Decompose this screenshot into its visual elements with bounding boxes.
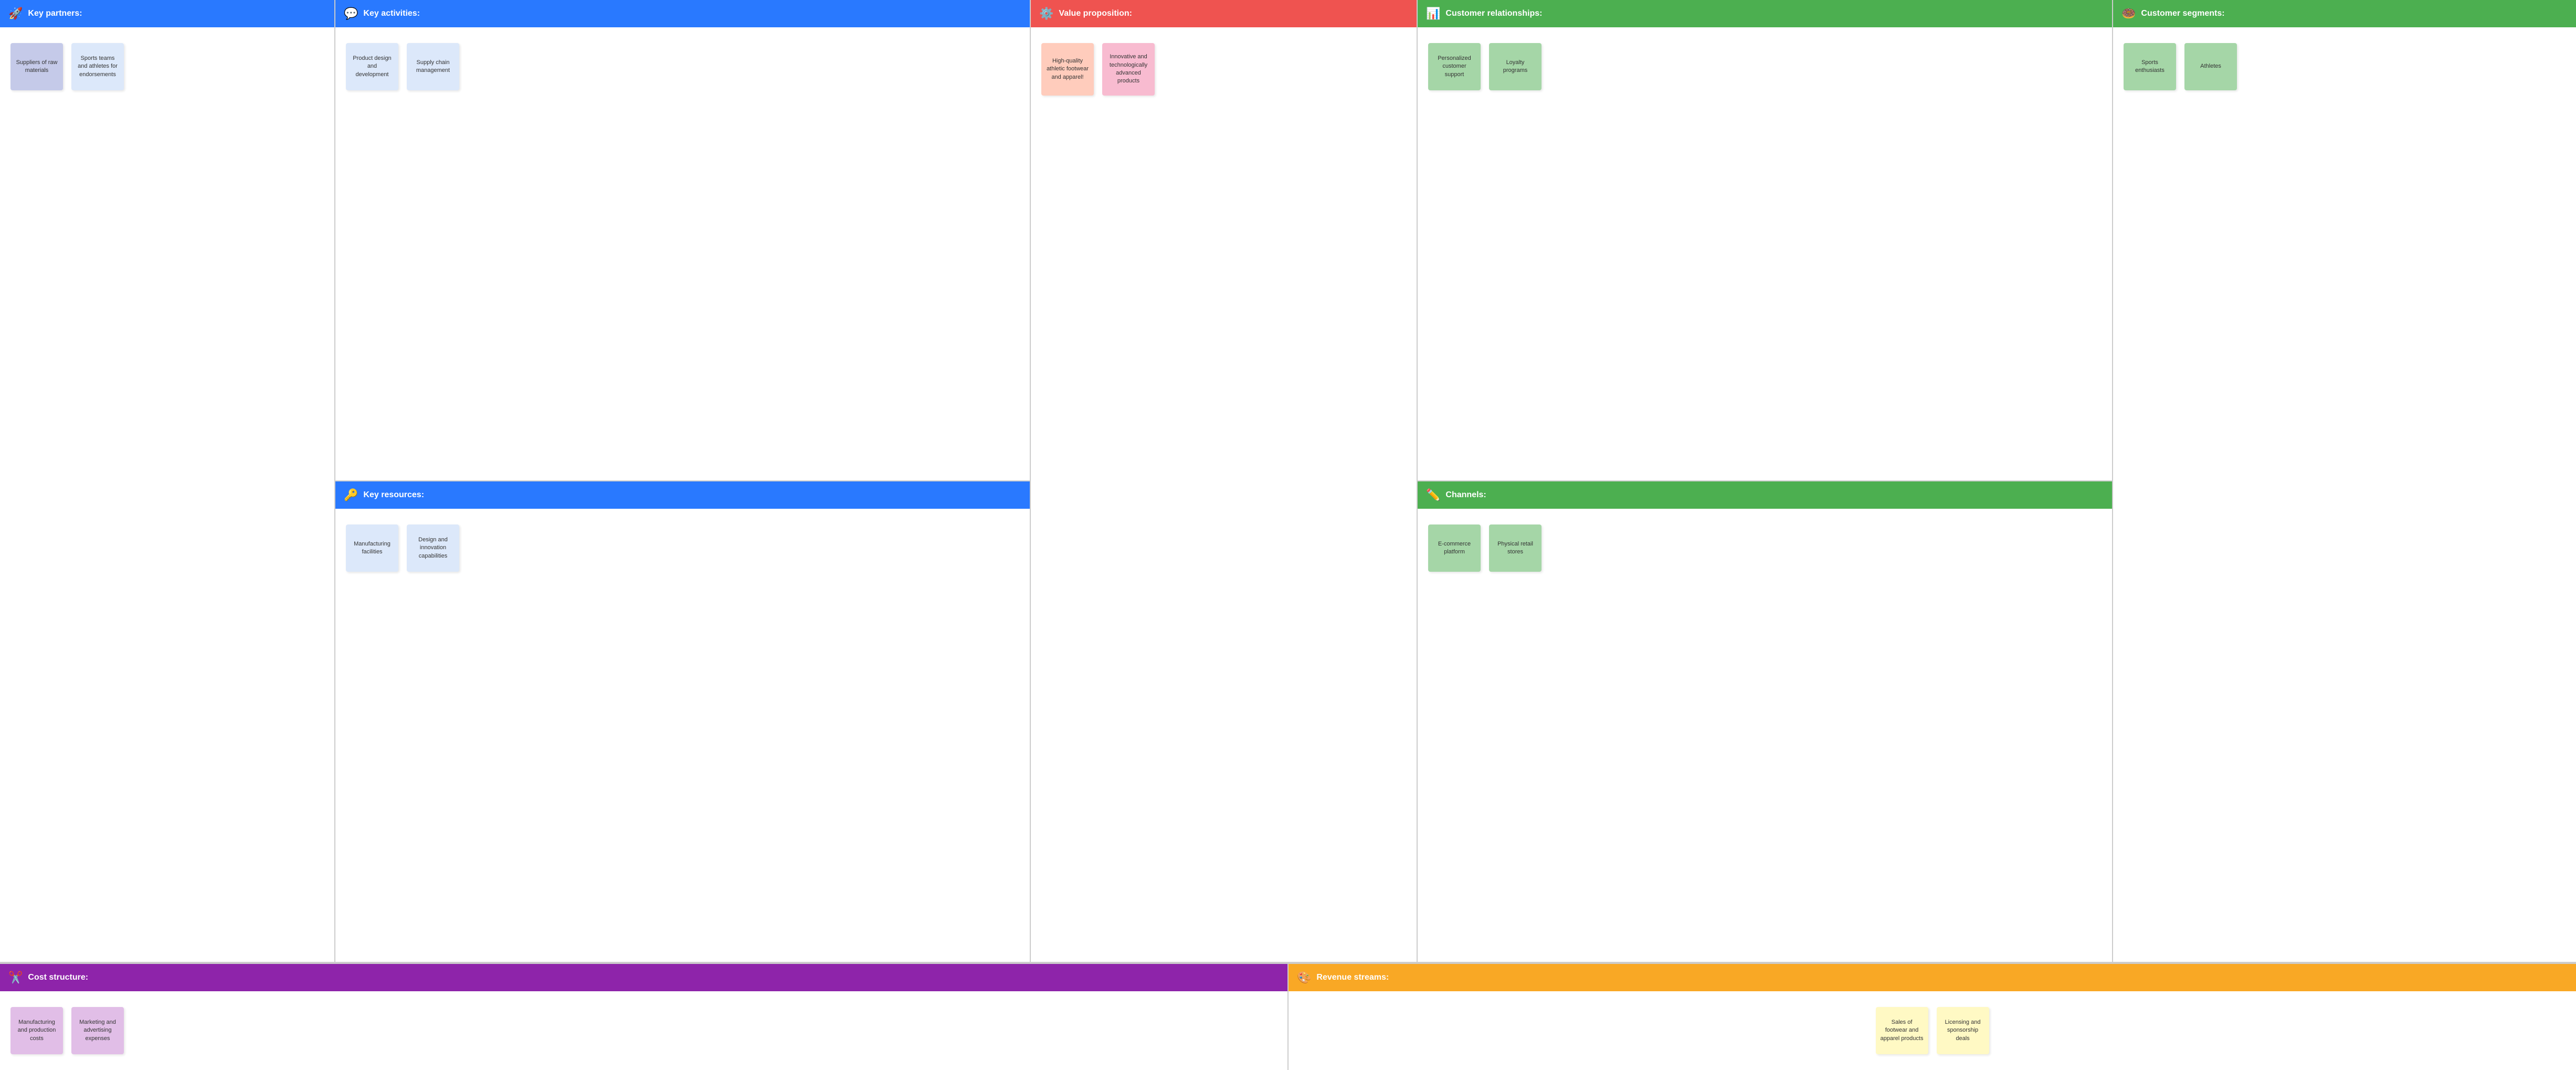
card-sports-teams[interactable]: Sports teams and athletes for endorsemen… (71, 43, 124, 90)
key-partners-title: Key partners: (28, 9, 82, 18)
cost-structure-title: Cost structure: (28, 973, 88, 982)
key-partners-content: Suppliers of raw materials Sports teams … (0, 27, 334, 962)
customer-seg-title: Customer segments: (2141, 9, 2224, 18)
customer-rel-cards: Personalized customer support Loyalty pr… (1428, 38, 2102, 96)
key-resources-header: 🔑 Key resources: (335, 481, 1030, 509)
key-activities-content: Product design and development Supply ch… (335, 27, 1030, 481)
key-activities-icon: 💬 (344, 7, 358, 20)
customer-seg-header: 🍩 Customer segments: (2113, 0, 2576, 27)
key-partners-column: 🚀 Key partners: Suppliers of raw materia… (0, 0, 335, 962)
card-sports-enthusiasts[interactable]: Sports enthusiasts (2124, 43, 2176, 90)
value-prop-cards: High-quality athletic footwear and appar… (1041, 38, 1406, 101)
card-physical-retail[interactable]: Physical retail stores (1489, 524, 1542, 572)
channels-content: E-commerce platform Physical retail stor… (1418, 509, 2112, 962)
card-sales-footwear[interactable]: Sales of footwear and apparel products (1876, 1007, 1928, 1054)
card-product-design[interactable]: Product design and development (346, 43, 398, 90)
card-ecommerce[interactable]: E-commerce platform (1428, 524, 1481, 572)
card-suppliers[interactable]: Suppliers of raw materials (10, 43, 63, 90)
card-high-quality[interactable]: High-quality athletic footwear and appar… (1041, 43, 1094, 96)
business-model-canvas: 🚀 Key partners: Suppliers of raw materia… (0, 0, 2576, 1070)
bottom-section: ✂️ Cost structure: Manufacturing and pro… (0, 963, 2576, 1070)
customer-rel-header: 📊 Customer relationships: (1418, 0, 2112, 27)
value-proposition-column: ⚙️ Value proposition: High-quality athle… (1031, 0, 1418, 962)
cost-structure-cards: Manufacturing and production costs Marke… (10, 1002, 1277, 1059)
key-activities-header: 💬 Key activities: (335, 0, 1030, 27)
card-manufacturing[interactable]: Manufacturing facilities (346, 524, 398, 572)
key-resources-content: Manufacturing facilities Design and inno… (335, 509, 1030, 962)
card-loyalty-programs[interactable]: Loyalty programs (1489, 43, 1542, 90)
card-marketing-expenses[interactable]: Marketing and advertising expenses (71, 1007, 124, 1054)
revenue-streams-content: Sales of footwear and apparel products L… (1289, 991, 2576, 1070)
card-personalized-support[interactable]: Personalized customer support (1428, 43, 1481, 90)
value-prop-title: Value proposition: (1059, 9, 1132, 18)
channels-cards: E-commerce platform Physical retail stor… (1428, 519, 2102, 577)
key-resources-icon: 🔑 (344, 488, 358, 502)
key-activities-title: Key activities: (363, 9, 420, 18)
card-design-innovation[interactable]: Design and innovation capabilities (407, 524, 459, 572)
channels-header: ✏️ Channels: (1418, 481, 2112, 509)
card-manufacturing-costs[interactable]: Manufacturing and production costs (10, 1007, 63, 1054)
top-section: 🚀 Key partners: Suppliers of raw materia… (0, 0, 2576, 963)
card-supply-chain[interactable]: Supply chain management (407, 43, 459, 90)
cost-structure-column: ✂️ Cost structure: Manufacturing and pro… (0, 964, 1289, 1070)
card-athletes[interactable]: Athletes (2184, 43, 2237, 90)
card-innovative[interactable]: Innovative and technologically advanced … (1102, 43, 1155, 96)
revenue-streams-cards: Sales of footwear and apparel products L… (1299, 1002, 2566, 1059)
customer-segments-column: 🍩 Customer segments: Sports enthusiasts … (2113, 0, 2576, 962)
key-resources-cards: Manufacturing facilities Design and inno… (346, 519, 1019, 577)
value-prop-header: ⚙️ Value proposition: (1031, 0, 1417, 27)
key-partners-icon: 🚀 (8, 7, 23, 20)
value-prop-icon: ⚙️ (1039, 7, 1053, 20)
value-prop-content: High-quality athletic footwear and appar… (1031, 27, 1417, 962)
cost-structure-header: ✂️ Cost structure: (0, 964, 1287, 991)
customer-relationships-column: 📊 Customer relationships: Personalized c… (1418, 0, 2113, 962)
key-activities-column: 💬 Key activities: Product design and dev… (335, 0, 1031, 962)
customer-seg-content: Sports enthusiasts Athletes (2113, 27, 2576, 962)
customer-seg-cards: Sports enthusiasts Athletes (2124, 38, 2566, 96)
key-partners-cards: Suppliers of raw materials Sports teams … (10, 38, 324, 96)
key-resources-title: Key resources: (363, 490, 424, 500)
revenue-streams-title: Revenue streams: (1316, 973, 1389, 982)
customer-rel-title: Customer relationships: (1445, 9, 1542, 18)
card-licensing[interactable]: Licensing and sponsorship deals (1937, 1007, 1989, 1054)
customer-rel-content: Personalized customer support Loyalty pr… (1418, 27, 2112, 481)
revenue-streams-column: 🎨 Revenue streams: Sales of footwear and… (1289, 964, 2576, 1070)
channels-icon: ✏️ (1426, 488, 1440, 502)
channels-title: Channels: (1445, 490, 1486, 500)
revenue-streams-icon: 🎨 (1297, 971, 1311, 984)
key-partners-header: 🚀 Key partners: (0, 0, 334, 27)
customer-rel-icon: 📊 (1426, 7, 1440, 20)
key-activities-cards: Product design and development Supply ch… (346, 38, 1019, 96)
cost-structure-icon: ✂️ (8, 971, 23, 984)
cost-structure-content: Manufacturing and production costs Marke… (0, 991, 1287, 1070)
revenue-streams-header: 🎨 Revenue streams: (1289, 964, 2576, 991)
customer-seg-icon: 🍩 (2121, 7, 2136, 20)
